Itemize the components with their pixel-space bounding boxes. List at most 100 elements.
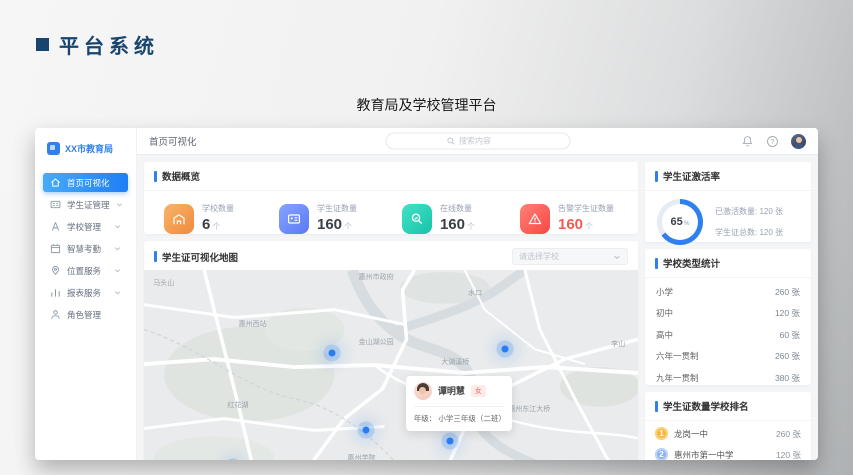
map-place-label: 金山湖公园	[359, 337, 394, 347]
school-type-card: 学校类型统计 小学260 张 初中120 张 高中60 张 六年一贯制260 张…	[645, 249, 811, 385]
stat-school-count: 学校数量 6个	[164, 203, 234, 234]
map-card-header: 学生证可视化地图 请选择学校	[144, 241, 638, 270]
online-search-icon	[402, 204, 432, 234]
stat-unit: 个	[467, 222, 475, 231]
activation-body: 65 % 已激活数量: 120 张 学生证总数: 120 张	[645, 191, 811, 253]
bar-chart-icon	[50, 287, 61, 298]
section-accent-bar	[655, 258, 658, 269]
activation-donut-center: 65 %	[662, 204, 698, 240]
sidebar-item-label: 首页可视化	[67, 177, 110, 189]
slide-title: 平台系统	[36, 30, 159, 59]
stat-value: 6个	[202, 216, 220, 233]
map-place-label: 马头山	[153, 278, 174, 288]
user-avatar[interactable]	[791, 134, 806, 149]
sidebar-item-label: 学生证管理	[67, 199, 110, 211]
school-select-placeholder: 请选择学校	[519, 251, 559, 262]
window-main: 首页可视化 ? 数据概览	[137, 128, 818, 460]
slide-subtitle: 教育局及学校管理平台	[0, 95, 853, 115]
school-type-row: 九年一贯制380 张	[656, 367, 800, 389]
breadcrumb: 首页可视化	[149, 134, 197, 148]
section-accent-bar	[655, 401, 658, 412]
sidebar-item-home-visualization[interactable]: 首页可视化	[43, 173, 128, 192]
section-accent-bar	[154, 171, 157, 182]
ranking-row: 1 龙岗一中 260 张	[655, 423, 801, 444]
student-avatar	[414, 382, 432, 400]
student-map-marker[interactable]	[501, 346, 508, 353]
chevron-down-icon	[114, 245, 121, 252]
slide-title-text: 平台系统	[59, 30, 159, 59]
sidebar-item-location-service[interactable]: 位置服务	[43, 261, 128, 280]
activation-lines: 已激活数量: 120 张 学生证总数: 120 张	[715, 206, 783, 238]
home-icon	[50, 177, 61, 188]
map-card-title: 学生证可视化地图	[162, 250, 238, 264]
gold-medal-icon: 1	[655, 427, 668, 440]
student-map-marker[interactable]	[328, 350, 335, 357]
ranking-rows: 1 龙岗一中 260 张 2 惠州市第一中学 120 张 3 第一小学	[645, 421, 811, 460]
left-column: 数据概览 学校数量 6个	[144, 162, 638, 453]
city-map[interactable]: 马头山 惠州市政府 水口 惠州西站 红花湖 大湖溪桥 金山湖公园 惠州学院 惠州…	[144, 270, 638, 460]
stat-student-card-count: 学生证数量 160个	[279, 203, 357, 234]
school-type-row: 六年一贯制260 张	[656, 346, 800, 368]
map-roads-graphic	[144, 270, 638, 460]
sidebar-item-role-mgmt[interactable]: 角色管理	[43, 305, 128, 324]
sidebar-item-smart-attendance[interactable]: 智慧考勤	[43, 239, 128, 258]
sidebar-menu: 首页可视化 学生证管理 学校管理 智慧考勤 位置服务	[35, 173, 136, 324]
search-box[interactable]	[385, 133, 570, 150]
sidebar: XX市教育局 首页可视化 学生证管理 学校管理 智慧考勤	[35, 128, 137, 460]
school-building-icon	[164, 204, 194, 234]
search-input[interactable]	[459, 137, 509, 146]
calendar-icon	[50, 243, 61, 254]
stats-row: 学校数量 6个 学生证数量 160个	[144, 191, 638, 234]
student-popup[interactable]: 谭明慧 女 年级： 小学三年级（二班）	[406, 376, 512, 431]
bell-icon[interactable]	[741, 135, 754, 148]
activated-count: 已激活数量: 120 张	[715, 206, 783, 217]
brand-name: XX市教育局	[65, 142, 113, 155]
school-icon	[50, 221, 61, 232]
activation-rate-card: 学生证激活率 65 % 已激活数量: 120 张 学生证总数: 120 张	[645, 162, 811, 242]
activation-percent-symbol: %	[684, 220, 690, 227]
sidebar-item-label: 角色管理	[67, 309, 101, 321]
help-icon[interactable]: ?	[767, 136, 778, 147]
school-type-row: 高中60 张	[656, 324, 800, 346]
chevron-down-icon	[114, 223, 121, 230]
sidebar-item-school-mgmt[interactable]: 学校管理	[43, 217, 128, 236]
stat-alert-card-count: 告警学生证数量 160个	[520, 203, 614, 234]
map-place-label: 惠州东江大桥	[508, 404, 550, 414]
activation-percent: 65	[670, 216, 682, 228]
student-map-marker[interactable]	[363, 427, 370, 434]
student-popup-header: 谭明慧 女	[414, 382, 504, 407]
activation-header: 学生证激活率	[645, 162, 811, 191]
sidebar-item-label: 学校管理	[67, 221, 101, 233]
map-place-label: 红花湖	[227, 400, 248, 410]
stat-value: 160个	[558, 216, 593, 233]
activation-title: 学生证激活率	[663, 169, 720, 183]
stat-unit: 个	[585, 222, 593, 231]
map-place-label: 惠州市政府	[359, 272, 394, 282]
id-card-icon	[50, 199, 61, 210]
activation-donut: 65 %	[657, 199, 703, 245]
sidebar-item-student-card-mgmt[interactable]: 学生证管理	[43, 195, 128, 214]
chevron-down-icon	[114, 267, 121, 274]
school-type-row: 初中120 张	[656, 303, 800, 325]
stat-value: 160个	[317, 216, 352, 233]
stat-online-count: 在线数量 160个	[402, 203, 475, 234]
sidebar-item-report-service[interactable]: 报表服务	[43, 283, 128, 302]
student-map-marker[interactable]	[447, 437, 454, 444]
alert-triangle-icon	[520, 204, 550, 234]
sidebar-item-label: 位置服务	[67, 265, 101, 277]
school-select-dropdown[interactable]: 请选择学校	[512, 248, 628, 265]
ranking-row: 2 惠州市第一中学 120 张	[655, 444, 801, 460]
stat-label: 在线数量	[440, 203, 475, 214]
stat-unit: 个	[212, 222, 220, 231]
chevron-down-icon	[116, 201, 123, 208]
ranking-title: 学生证数量学校排名	[663, 399, 749, 413]
data-overview-header: 数据概览	[144, 162, 638, 191]
id-card-icon	[279, 204, 309, 234]
brand-logo-icon	[47, 142, 60, 155]
student-name: 谭明慧	[438, 384, 465, 397]
stat-unit: 个	[344, 222, 352, 231]
stat-label: 学生证数量	[317, 203, 357, 214]
right-column: 学生证激活率 65 % 已激活数量: 120 张 学生证总数: 120 张	[645, 162, 811, 453]
search-icon	[446, 137, 455, 146]
map-card: 学生证可视化地图 请选择学校	[144, 241, 638, 460]
